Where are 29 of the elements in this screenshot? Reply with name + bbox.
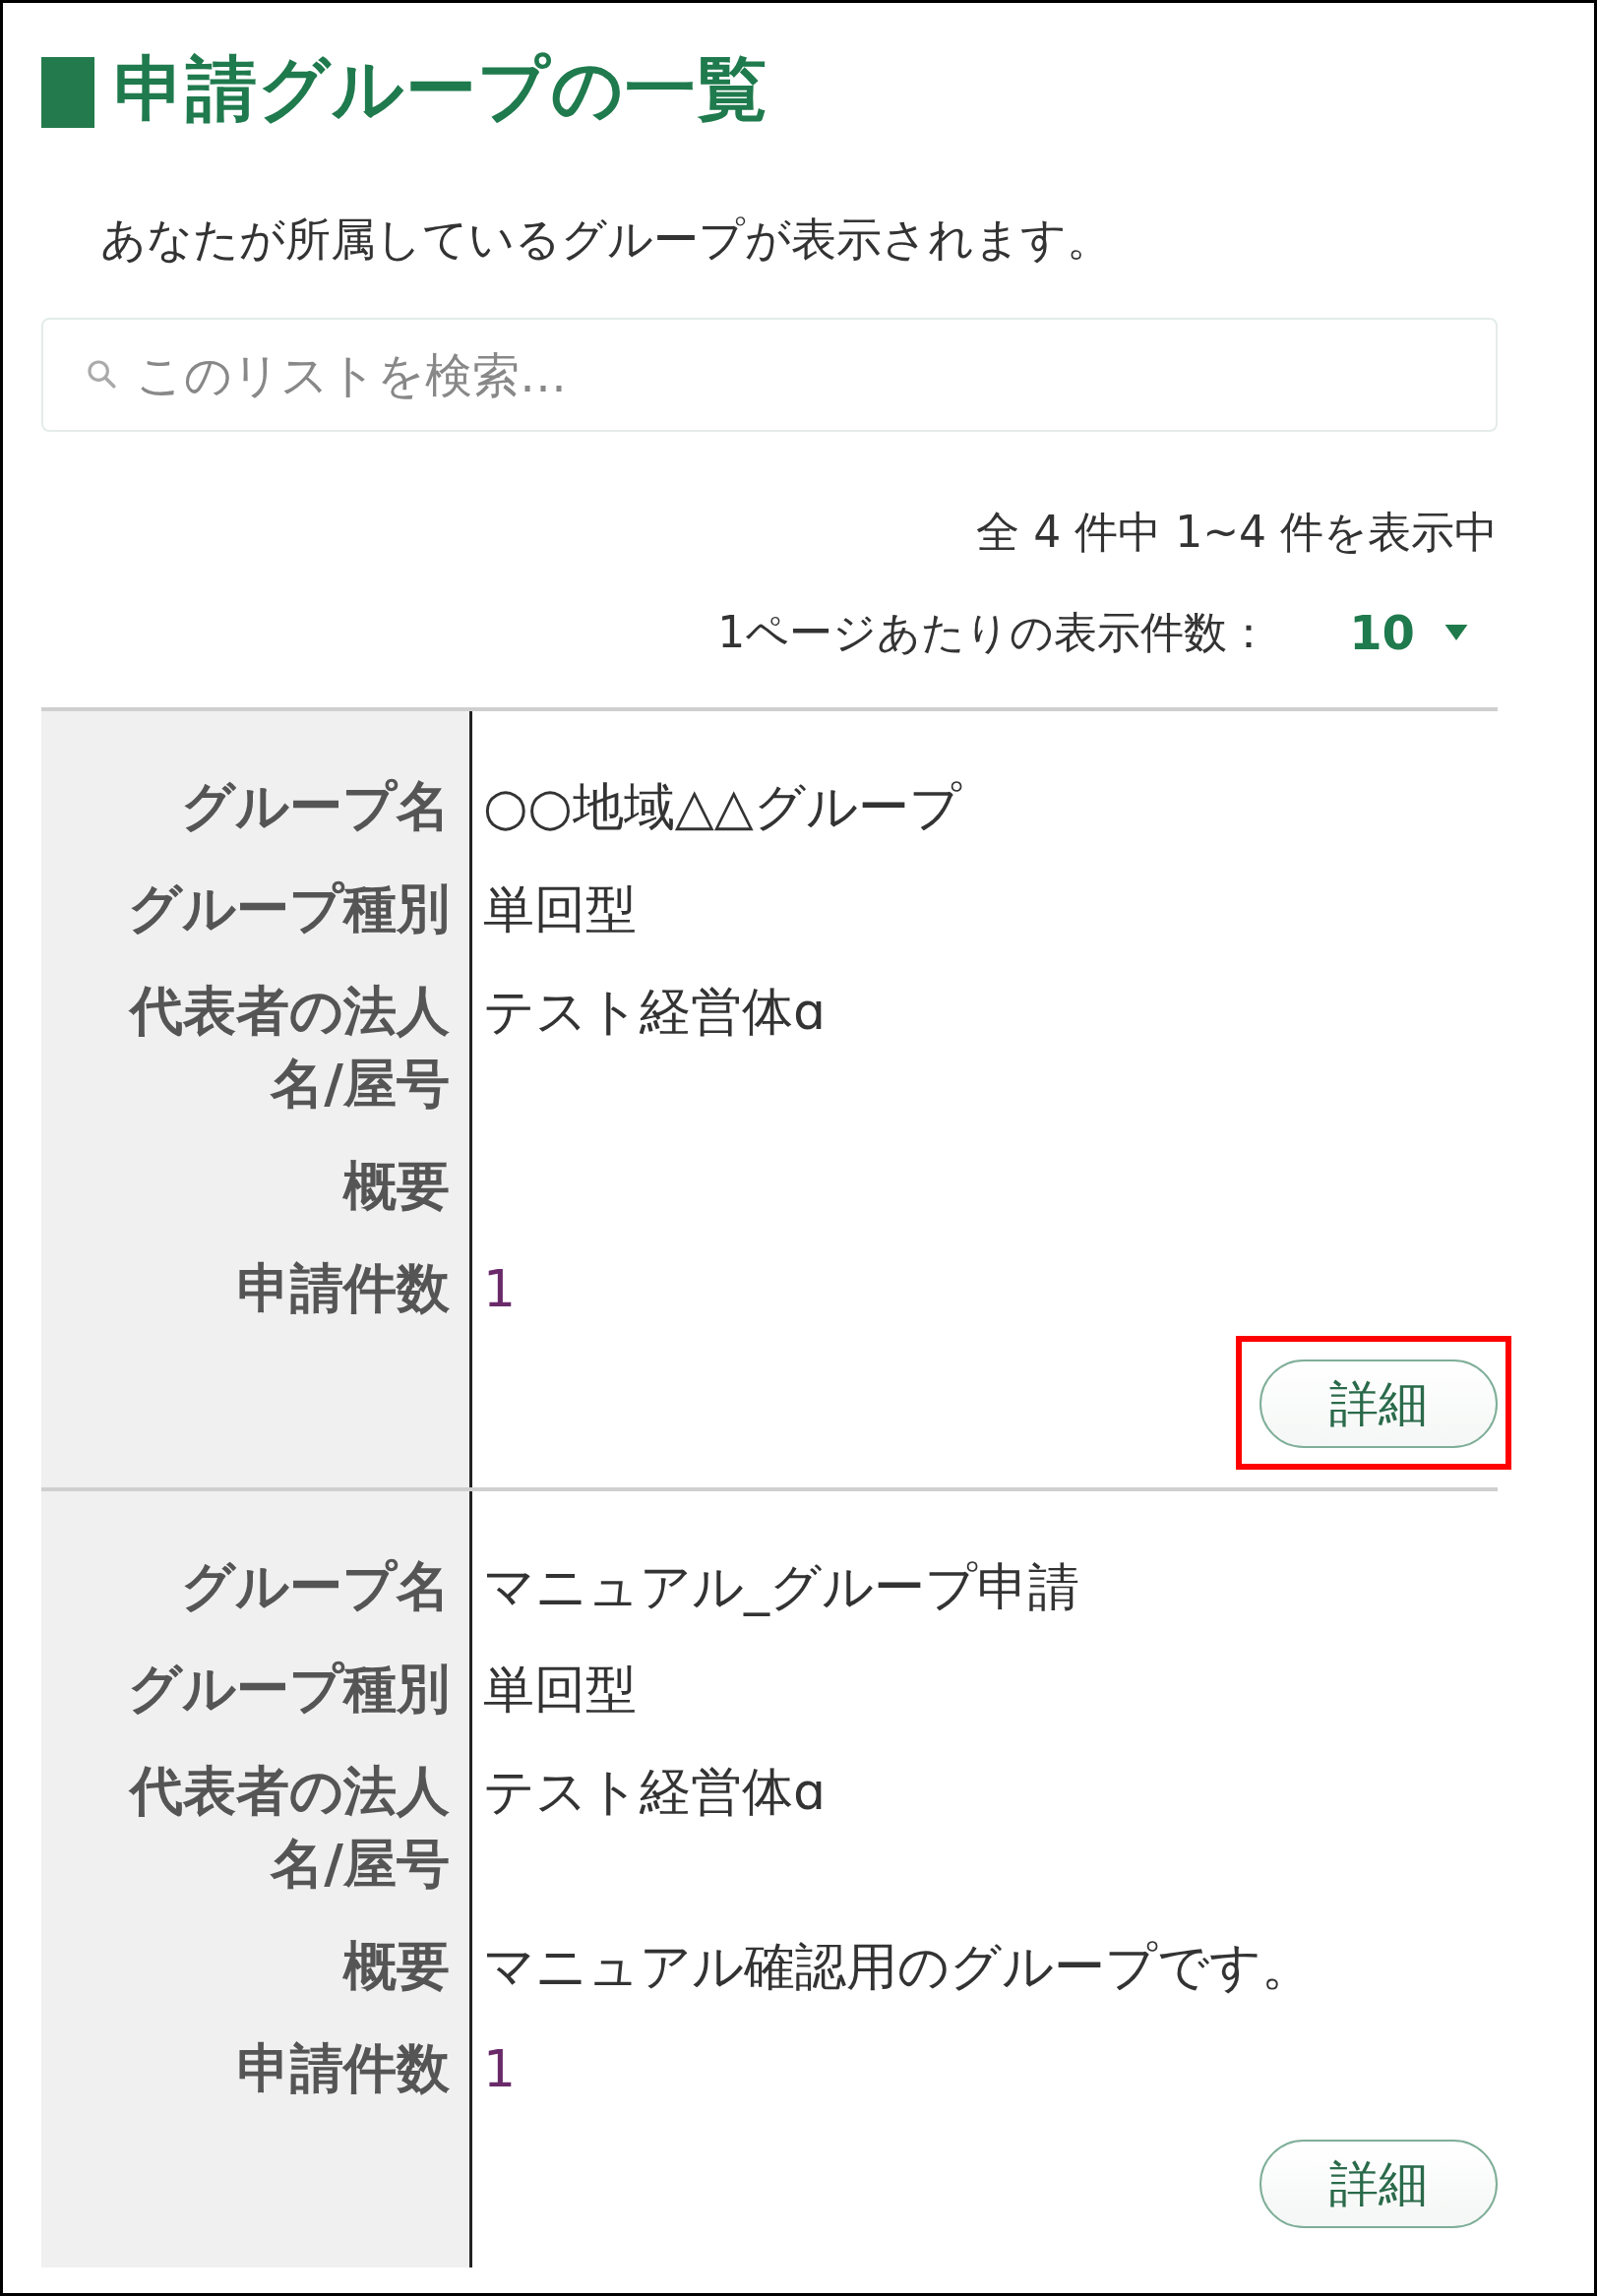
field-value: テスト経営体ɑ xyxy=(483,1762,826,1821)
result-count-text: 全 4 件中 1~4 件を表示中 xyxy=(976,506,1498,559)
field-value: ○○地域△△グループ xyxy=(483,777,961,836)
field-label: グループ名 xyxy=(180,1554,451,1619)
field-label: グループ種別 xyxy=(127,1657,451,1722)
field-value: 1 xyxy=(483,1259,517,1318)
field-label: 概要 xyxy=(341,1154,451,1219)
field-value: マニュアル確認用のグループです。 xyxy=(483,1937,1313,1996)
field-label: 概要 xyxy=(341,1934,451,1999)
field-label: 代表者の法人名/屋号 xyxy=(127,979,451,1117)
detail-button[interactable]: 詳細 xyxy=(1259,2140,1498,2228)
description-text: あなたが所属しているグループが表示されます。 xyxy=(100,211,1113,268)
search-field[interactable]: このリストを検索… xyxy=(41,318,1498,432)
field-value: テスト経営体ɑ xyxy=(483,982,826,1041)
field-value: 単回型 xyxy=(483,1660,637,1719)
heading-marker xyxy=(41,57,94,128)
field-label: 申請件数 xyxy=(236,2036,451,2101)
field-label: 代表者の法人名/屋号 xyxy=(127,1759,451,1897)
per-page-dropdown[interactable]: 10 xyxy=(1349,605,1498,660)
field-value: 単回型 xyxy=(483,879,637,938)
per-page-label: 1ページあたりの表示件数： xyxy=(717,605,1271,659)
caret-icon xyxy=(1444,625,1468,640)
field-value: 1 xyxy=(483,2039,517,2098)
field-value: マニュアル_グループ申請 xyxy=(483,1557,1079,1616)
field-label: グループ名 xyxy=(180,774,451,839)
detail-button[interactable]: 詳細 xyxy=(1259,1359,1498,1448)
field-label: 申請件数 xyxy=(236,1256,451,1321)
page-title: 申請グループの一覧 xyxy=(114,46,768,132)
field-label: グループ種別 xyxy=(127,876,451,941)
